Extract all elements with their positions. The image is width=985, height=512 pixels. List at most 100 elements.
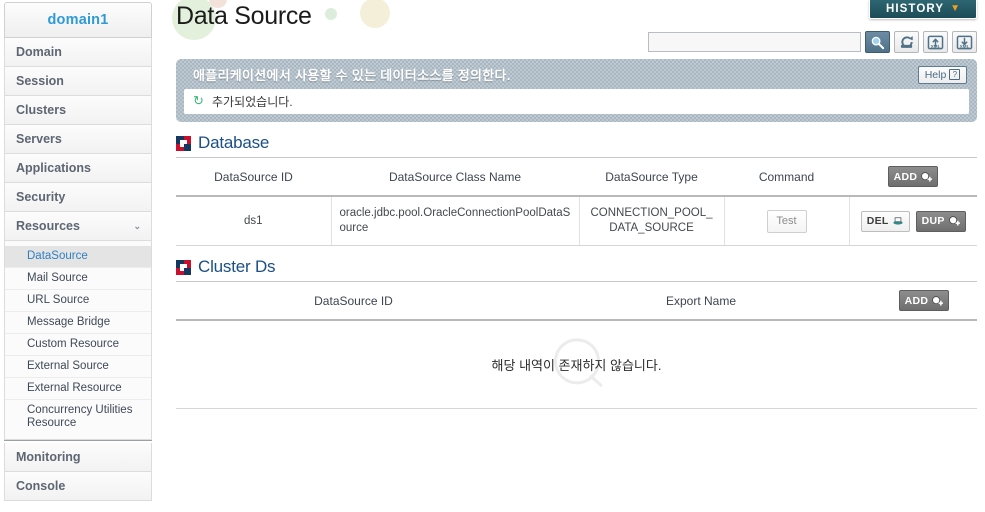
application-window: domain1 Domain Session Clusters Servers …: [0, 0, 985, 512]
add-label: ADD: [904, 294, 929, 307]
column-header-class-name: DataSource Class Name: [331, 157, 579, 197]
sidebar-subitem-label: Concurrency Utilities Resource: [27, 404, 133, 429]
sidebar-item-label: Session: [16, 74, 64, 88]
info-banner: 애플리케이션에서 사용할 수 있는 데이터소스를 정의한다. Help ? ↻ …: [176, 59, 977, 122]
column-header-datasource-id: DataSource ID: [176, 157, 331, 197]
dup-label: DUP: [921, 214, 945, 227]
decorative-circle: [360, 0, 390, 28]
search-input[interactable]: [648, 32, 861, 52]
cluster-ds-empty-state: 해당 내역이 존재하지 않습니다.: [176, 321, 977, 409]
xml-download-button[interactable]: XML: [952, 31, 977, 53]
help-label: Help: [924, 68, 947, 81]
cluster-ds-section: Cluster Ds DataSource ID Export Name ADD: [176, 257, 977, 409]
del-label: DEL: [866, 214, 889, 227]
add-database-button[interactable]: ADD: [887, 166, 939, 187]
column-header-datasource-id: DataSource ID: [176, 281, 531, 321]
database-table-body: ds1 oracle.jdbc.pool.OracleConnectionPoo…: [176, 196, 977, 246]
xml-upload-button[interactable]: XML: [923, 31, 948, 53]
database-section: Database DataSource ID DataSource Class …: [176, 133, 977, 246]
refresh-button[interactable]: [894, 31, 919, 53]
svg-text:XML: XML: [931, 43, 941, 48]
column-header-actions: ADD: [849, 157, 977, 197]
domain-title: domain1: [4, 2, 152, 38]
column-header-datasource-type: DataSource Type: [579, 157, 724, 197]
sidebar-item-resources[interactable]: Resources ⌄: [4, 212, 152, 241]
sidebar-item-custom-resource[interactable]: Custom Resource: [5, 334, 151, 356]
column-header-actions: ADD: [871, 281, 977, 321]
sidebar-item-label: Console: [16, 479, 66, 493]
question-mark-icon: ?: [949, 69, 961, 80]
sidebar-item-label: Servers: [16, 132, 62, 146]
svg-text:XML: XML: [960, 43, 970, 48]
banner-description: 애플리케이션에서 사용할 수 있는 데이터소스를 정의한다.: [193, 68, 511, 83]
sidebar-item-message-bridge[interactable]: Message Bridge: [5, 312, 151, 334]
history-label: HISTORY: [885, 3, 945, 15]
status-message-bar: ↻ 추가되었습니다.: [184, 89, 969, 114]
add-label: ADD: [893, 170, 918, 183]
status-message-text: 추가되었습니다.: [212, 95, 293, 109]
sidebar-item-mail-source[interactable]: Mail Source: [5, 268, 151, 290]
sidebar-item-domain[interactable]: Domain: [4, 38, 152, 67]
decorative-circle: [325, 8, 337, 20]
add-cluster-ds-button[interactable]: ADD: [898, 290, 950, 311]
delete-datasource-button[interactable]: DEL: [860, 210, 910, 232]
xml-download-icon: XML: [956, 35, 973, 49]
sidebar-subitem-label: URL Source: [27, 294, 90, 306]
page-title: Data Source: [176, 2, 312, 30]
chevron-down-icon: ▼: [950, 3, 961, 14]
search-button[interactable]: [865, 31, 890, 53]
cell-command: Test: [724, 196, 850, 246]
cell-class-name: oracle.jdbc.pool.OracleConnectionPoolDat…: [331, 196, 580, 246]
history-button[interactable]: HISTORY ▼: [869, 0, 977, 19]
resources-submenu: DataSource Mail Source URL Source Messag…: [4, 241, 152, 440]
toolbar: XML XML: [648, 31, 977, 53]
sidebar-item-label: Monitoring: [16, 450, 81, 464]
help-button[interactable]: Help ?: [918, 65, 967, 84]
sidebar-item-label: Applications: [16, 161, 92, 175]
sidebar-subitem-label: Custom Resource: [27, 338, 120, 350]
sidebar-item-console[interactable]: Console: [4, 472, 152, 501]
sidebar-item-session[interactable]: Session: [4, 67, 152, 96]
banner-header: 애플리케이션에서 사용할 수 있는 데이터소스를 정의한다. Help ?: [184, 65, 969, 89]
table-row[interactable]: ds1 oracle.jdbc.pool.OracleConnectionPoo…: [176, 196, 977, 246]
sidebar-item-label: Security: [16, 190, 66, 204]
database-table-head: DataSource ID DataSource Class Name Data…: [176, 157, 977, 197]
sidebar: domain1 Domain Session Clusters Servers …: [4, 2, 152, 512]
cluster-ds-table-head: DataSource ID Export Name ADD: [176, 281, 977, 321]
table-header-row: DataSource ID Export Name ADD: [176, 281, 977, 321]
sidebar-item-external-resource[interactable]: External Resource: [5, 378, 151, 400]
sidebar-item-servers[interactable]: Servers: [4, 125, 152, 154]
column-header-command: Command: [724, 157, 849, 197]
sidebar-item-url-source[interactable]: URL Source: [5, 290, 151, 312]
main-content: Data Source HISTORY ▼ XML XML 애플리케이션에서 사…: [168, 0, 985, 512]
sidebar-item-datasource[interactable]: DataSource: [5, 246, 151, 268]
refresh-status-icon: ↻: [193, 93, 204, 108]
sidebar-subitem-label: Mail Source: [27, 272, 88, 284]
sidebar-item-label: Resources: [16, 219, 80, 233]
xml-upload-icon: XML: [927, 35, 944, 49]
section-marker-icon: [176, 259, 191, 275]
sidebar-subitem-label: External Resource: [27, 382, 122, 394]
test-button[interactable]: Test: [766, 209, 807, 233]
cell-datasource-type: CONNECTION_POOL_DATA_SOURCE: [579, 196, 725, 246]
delete-icon: [893, 217, 903, 225]
database-section-header: Database: [176, 133, 977, 157]
duplicate-icon: [948, 216, 960, 226]
duplicate-datasource-button[interactable]: DUP: [915, 210, 966, 232]
cluster-ds-section-title: Cluster Ds: [198, 257, 276, 276]
empty-message: 해당 내역이 존재하지 않습니다.: [491, 358, 662, 373]
sidebar-item-clusters[interactable]: Clusters: [4, 96, 152, 125]
chevron-down-icon: ⌄: [133, 220, 141, 231]
cluster-ds-section-header: Cluster Ds: [176, 257, 977, 281]
table-header-row: DataSource ID DataSource Class Name Data…: [176, 157, 977, 197]
sidebar-item-applications[interactable]: Applications: [4, 154, 152, 183]
search-icon: [871, 36, 885, 49]
sidebar-item-concurrency-utilities-resource[interactable]: Concurrency Utilities Resource: [5, 400, 151, 434]
sidebar-item-security[interactable]: Security: [4, 183, 152, 212]
add-icon: [932, 295, 944, 306]
column-header-export-name: Export Name: [531, 281, 871, 321]
refresh-icon: [900, 35, 913, 48]
section-marker-icon: [176, 135, 191, 151]
sidebar-item-external-source[interactable]: External Source: [5, 356, 151, 378]
sidebar-item-monitoring[interactable]: Monitoring: [4, 443, 152, 472]
